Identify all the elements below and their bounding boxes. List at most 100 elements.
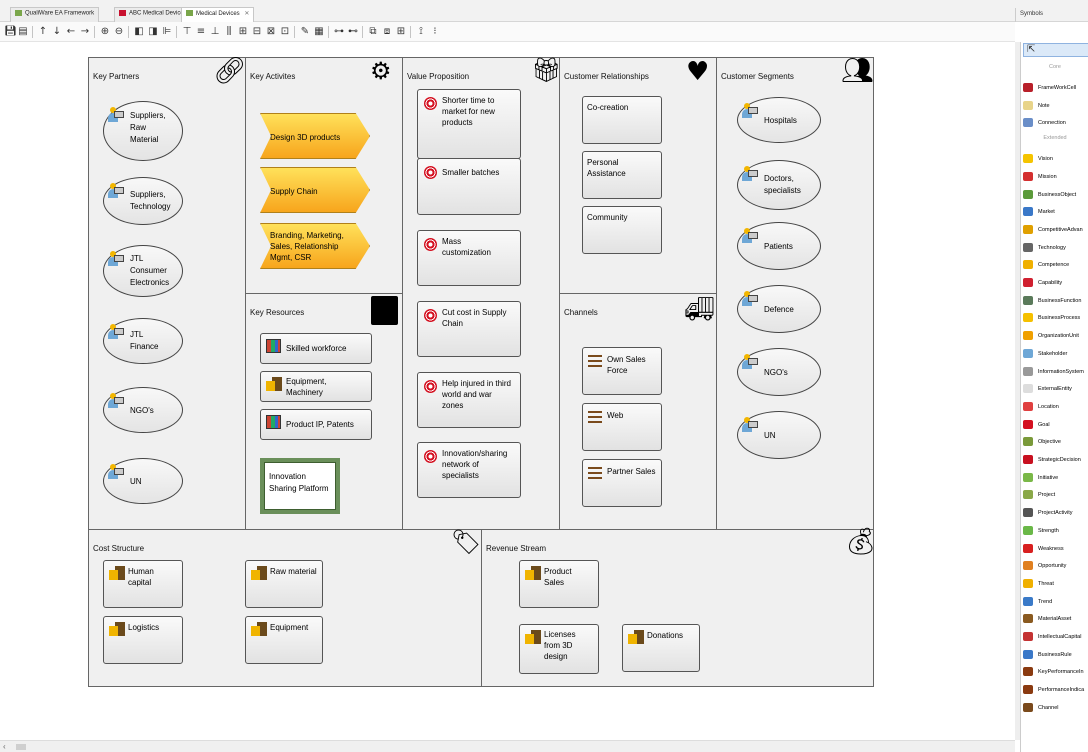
value-prop-mass-customization[interactable]: Mass customization [417, 230, 521, 286]
tab-medical-devices[interactable]: Medical Devices ✕ [181, 7, 255, 22]
palette-item-businessrule[interactable]: BusinessRule [1021, 647, 1088, 663]
same-height-icon[interactable]: ⊠ [266, 26, 276, 37]
palette-item-businessfunction[interactable]: BusinessFunction [1021, 293, 1088, 309]
value-prop-innovation-sharing[interactable]: Innovation/sharing network of specialists [417, 442, 521, 498]
value-prop-cut-cost[interactable]: Cut cost in Supply Chain [417, 301, 521, 357]
palette-item-objective[interactable]: Objective [1021, 434, 1088, 450]
relationship-co-creation[interactable]: Co-creation [582, 96, 662, 144]
table-icon[interactable]: ⊞ [396, 26, 406, 37]
partner-jtl-finance[interactable]: JTL Finance [103, 318, 183, 364]
palette-item-mission[interactable]: Mission [1021, 169, 1088, 185]
segment-defence[interactable]: Defence [737, 285, 821, 333]
partner-un[interactable]: UN [103, 458, 183, 504]
cost-logistics[interactable]: Logistics [103, 616, 183, 664]
grid-icon[interactable]: ▦ [314, 26, 324, 37]
palette-item-weakness[interactable]: Weakness [1021, 541, 1088, 557]
distribute-horizontal-icon[interactable]: ⫼ [224, 26, 234, 37]
diagram-canvas[interactable]: Key Partners 🔗︎ Key Activites ⚙ Key Reso… [0, 42, 1015, 740]
palette-item-goal[interactable]: Goal [1021, 417, 1088, 433]
print-icon[interactable]: ▤ [18, 26, 28, 37]
tab-qualiware-ea-framework[interactable]: QualiWare EA Framework [10, 7, 100, 22]
revenue-licenses-3d-design[interactable]: Licenses from 3D design [519, 624, 599, 674]
palette-item-project[interactable]: Project [1021, 487, 1088, 503]
palette-item-technology[interactable]: Technology [1021, 240, 1088, 256]
revenue-product-sales[interactable]: Product Sales [519, 560, 599, 608]
move-down-icon[interactable]: ↓ [52, 26, 62, 37]
palette-item-strategicdecision[interactable]: StrategicDecision [1021, 452, 1088, 468]
palette-item-performanceindica[interactable]: PerformanceIndica [1021, 682, 1088, 698]
same-size-icon[interactable]: ⊡ [280, 26, 290, 37]
distribute-vertical-icon[interactable]: ⊞ [238, 26, 248, 37]
partner-suppliers-technology[interactable]: Suppliers, Technology [103, 177, 183, 225]
format-painter-icon[interactable]: ✎ [300, 26, 310, 37]
cost-equipment[interactable]: Equipment [245, 616, 323, 664]
channel-web[interactable]: Web [582, 403, 662, 451]
palette-item-projectactivity[interactable]: ProjectActivity [1021, 505, 1088, 521]
palette-item-stakeholder[interactable]: Stakeholder [1021, 346, 1088, 362]
partner-suppliers-raw-material[interactable]: Suppliers, Raw Material [103, 101, 183, 161]
align-left-icon[interactable]: ⊫ [162, 26, 172, 37]
activity-design-3d-products[interactable]: Design 3D products [260, 113, 370, 159]
segment-doctors-specialists[interactable]: Doctors, specialists [737, 160, 821, 210]
same-width-icon[interactable]: ⊟ [252, 26, 262, 37]
segment-patients[interactable]: Patients [737, 222, 821, 270]
activity-supply-chain[interactable]: Supply Chain [260, 167, 370, 213]
layout-icon[interactable]: ⊶ [334, 26, 344, 37]
scroll-left-icon[interactable]: ‹ [3, 742, 6, 751]
activity-branding-marketing[interactable]: Branding, Marketing, Sales, Relationship M… [260, 223, 370, 269]
bring-front-icon[interactable]: ◧ [134, 26, 144, 37]
send-back-icon[interactable]: ◨ [148, 26, 158, 37]
segment-hospitals[interactable]: Hospitals [737, 97, 821, 143]
close-tab-icon[interactable]: ✕ [244, 11, 249, 17]
zoom-out-icon[interactable]: ⊖ [114, 26, 124, 37]
palette-item-keyperformancein[interactable]: KeyPerformanceIn [1021, 664, 1088, 680]
channel-partner-sales[interactable]: Partner Sales [582, 459, 662, 507]
value-prop-shorter-time[interactable]: Shorter time to market for new products [417, 89, 521, 159]
relationship-personal-assistance[interactable]: Personal Assistance [582, 151, 662, 199]
partner-ngos[interactable]: NGO's [103, 387, 183, 433]
relationship-community[interactable]: Community [582, 206, 662, 254]
palette-item-intellectualcapital[interactable]: IntellectualCapital [1021, 629, 1088, 645]
palette-item-competence[interactable]: Competence [1021, 257, 1088, 273]
palette-item-vision[interactable]: Vision [1021, 151, 1088, 167]
scroll-thumb[interactable] [16, 744, 26, 750]
connector-icon[interactable]: ⟟ [416, 26, 426, 37]
align-middle-icon[interactable]: ≡ [196, 26, 206, 37]
move-up-icon[interactable]: ↑ [38, 26, 48, 37]
save-icon[interactable]: 💾︎ [4, 26, 17, 37]
palette-item-competitiveadvan[interactable]: CompetitiveAdvan [1021, 222, 1088, 238]
value-prop-smaller-batches[interactable]: Smaller batches [417, 158, 521, 215]
horizontal-scrollbar[interactable]: ‹ [0, 740, 1015, 752]
resource-product-ip-patents[interactable]: Product IP, Patents [260, 409, 372, 440]
channel-own-sales-force[interactable]: Own Sales Force [582, 347, 662, 395]
ungroup-icon[interactable]: ⧈ [382, 26, 392, 37]
palette-item-trend[interactable]: Trend [1021, 594, 1088, 610]
segment-ngos[interactable]: NGO's [737, 348, 821, 396]
value-prop-help-injured[interactable]: Help injured in third world and war zones [417, 372, 521, 428]
palette-item-businessprocess[interactable]: BusinessProcess [1021, 310, 1088, 326]
palette-item-frameworkcell[interactable]: FrameWorkCell [1021, 80, 1088, 96]
segment-un[interactable]: UN [737, 411, 821, 459]
palette-item-connection[interactable]: Connection [1021, 115, 1088, 131]
move-left-icon[interactable]: ← [66, 26, 76, 37]
align-bottom-icon[interactable]: ⊥ [210, 26, 220, 37]
more-icon[interactable]: ⁝ [430, 26, 440, 37]
move-right-icon[interactable]: → [80, 26, 90, 37]
palette-item-initiative[interactable]: Initiative [1021, 470, 1088, 486]
resource-equipment-machinery[interactable]: Equipment, Machinery [260, 371, 372, 402]
palette-item-market[interactable]: Market [1021, 204, 1088, 220]
cost-raw-material[interactable]: Raw material [245, 560, 323, 608]
palette-item-externalentity[interactable]: ExternalEntity [1021, 381, 1088, 397]
resource-innovation-sharing-platform[interactable]: Innovation Sharing Platform [260, 458, 340, 514]
palette-item-opportunity[interactable]: Opportunity [1021, 558, 1088, 574]
palette-item-strength[interactable]: Strength [1021, 523, 1088, 539]
palette-item-businessobject[interactable]: BusinessObject [1021, 187, 1088, 203]
zoom-in-icon[interactable]: ⊕ [100, 26, 110, 37]
tree-layout-icon[interactable]: ⊷ [348, 26, 358, 37]
palette-item-threat[interactable]: Threat [1021, 576, 1088, 592]
align-top-icon[interactable]: ⊤ [182, 26, 192, 37]
palette-item-channel[interactable]: Channel [1021, 700, 1088, 716]
cost-human-capital[interactable]: Human capital [103, 560, 183, 608]
palette-item-location[interactable]: Location [1021, 399, 1088, 415]
resource-skilled-workforce[interactable]: Skilled workforce [260, 333, 372, 364]
